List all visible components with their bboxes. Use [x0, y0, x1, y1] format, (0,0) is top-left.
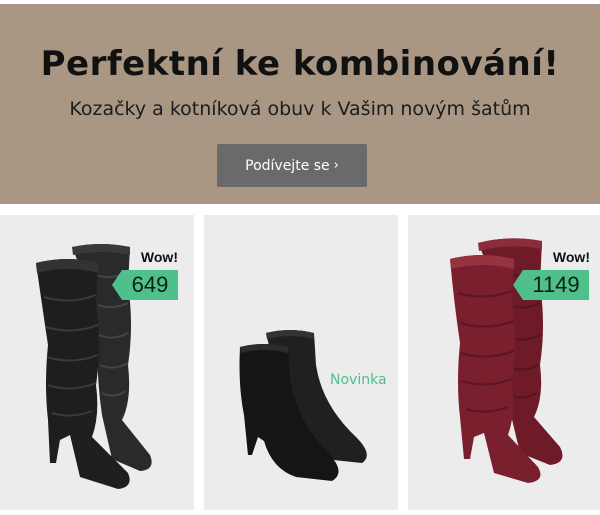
banner-subtitle: Kozačky a kotníková obuv k Vašim novým š… [69, 98, 531, 120]
new-label: Novinka [330, 372, 387, 388]
product-card-ankle-boots[interactable]: Novinka [204, 215, 398, 510]
promo-banner: Perfektní ke kombinování! Kozačky a kotn… [0, 4, 600, 204]
banner-title: Perfektní ke kombinování! [40, 44, 560, 84]
wow-badge: Wow! [552, 249, 590, 265]
black-ankle-boots-image [239, 330, 367, 481]
wow-badge: Wow! [140, 249, 178, 265]
product-card-burgundy-boots[interactable]: Wow! 1149 [408, 215, 600, 510]
price-tag: 649 [112, 270, 178, 300]
price-tag: 1149 [513, 270, 589, 300]
product-card-black-boots[interactable]: Wow! 649 [0, 215, 194, 510]
view-more-button[interactable]: Podívejte se › [217, 144, 367, 187]
chevron-right-icon: › [333, 158, 339, 173]
view-more-button-label: Podívejte se [245, 157, 330, 174]
